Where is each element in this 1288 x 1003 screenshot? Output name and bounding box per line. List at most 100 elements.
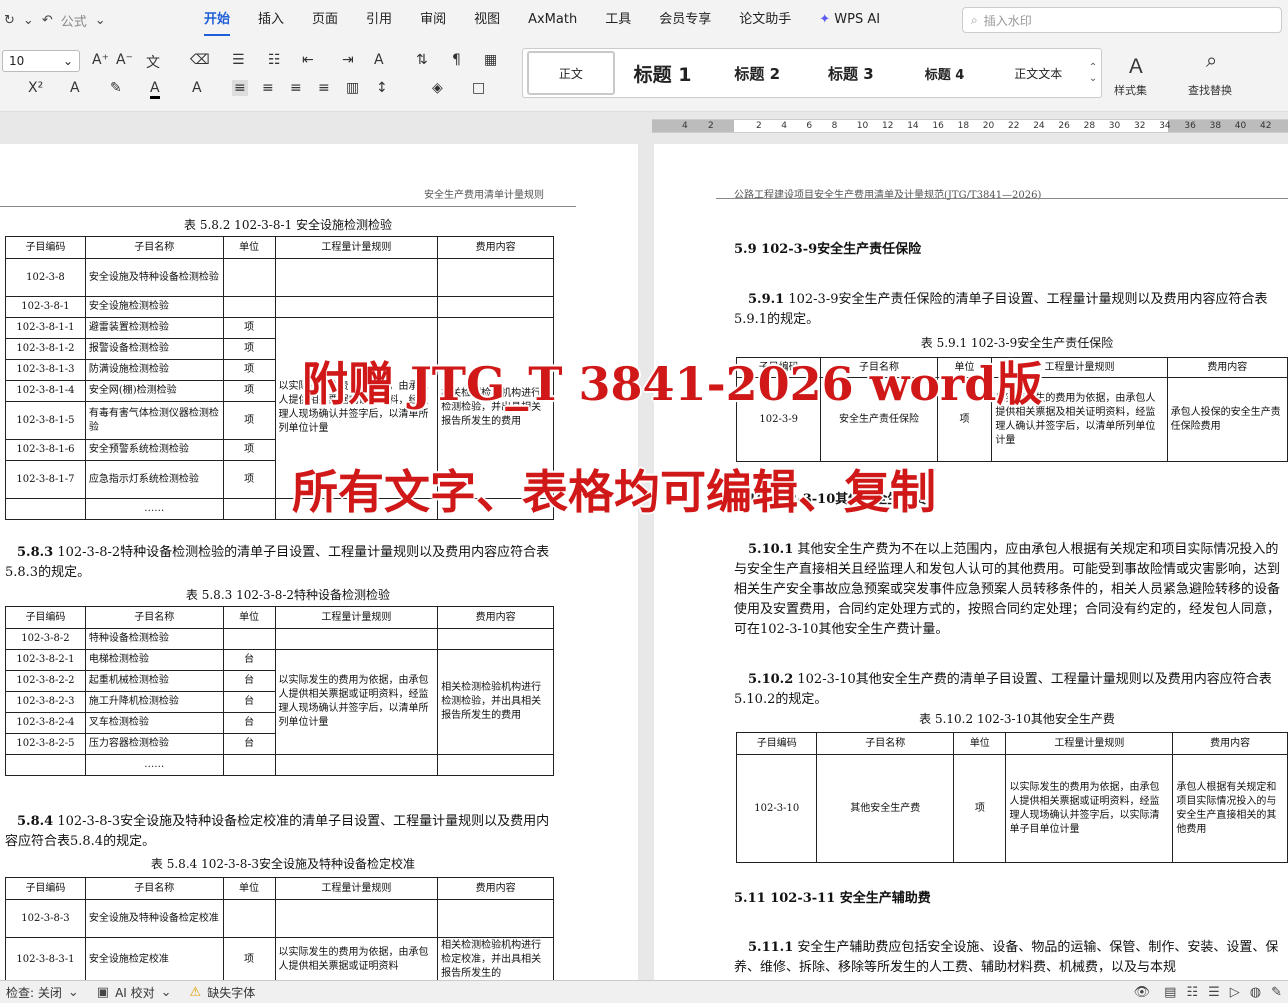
gallery-scroll[interactable]: ⌃ ⌄ xyxy=(1085,51,1101,95)
cell: 安全网(棚)检测检验 xyxy=(84,380,224,402)
cell: 102-3-8-1-3 xyxy=(5,359,86,381)
col-header: 费用内容 xyxy=(1172,732,1288,755)
cell: 避雷装置检测检验 xyxy=(84,317,224,339)
distribute-icon[interactable]: ▥ xyxy=(346,80,359,96)
search-box[interactable]: ⌕ 插入水印 xyxy=(962,7,1282,33)
shading-icon[interactable]: ◈ xyxy=(432,80,443,96)
phonetic-icon[interactable]: 文 xyxy=(146,52,160,72)
find-icon[interactable]: ⌕ xyxy=(1206,48,1217,72)
globe-icon[interactable]: ◍ xyxy=(1250,985,1261,1000)
web-view-icon[interactable]: ☷ xyxy=(1186,985,1198,1000)
missing-font-status[interactable]: 缺失字体 xyxy=(207,984,255,1001)
tab-thesis[interactable]: 论文助手 xyxy=(725,0,805,40)
ruler-number: 6 xyxy=(806,121,813,131)
find-replace-label[interactable]: 查找替换 xyxy=(1188,82,1232,98)
page-view-icon[interactable]: ▤ xyxy=(1164,985,1176,1000)
cell: 项 xyxy=(222,460,276,499)
ruler-number: 36 xyxy=(1184,121,1196,131)
table-caption: 表 5.8.2 102-3-8-1 安全设施检测检验 xyxy=(184,218,392,232)
cell: 施工升降机检测检验 xyxy=(84,691,224,713)
style-heading3[interactable]: 标题 3 xyxy=(804,51,898,95)
chevron-down-icon[interactable]: ⌄ xyxy=(95,13,106,28)
grow-font-icon[interactable]: A⁺ xyxy=(92,52,109,68)
shrink-font-icon[interactable]: A⁻ xyxy=(116,52,133,68)
para-text: 安全生产辅助费应包括安全设施、设备、物品的运输、保管、制作、安装、设置、保养、维… xyxy=(734,940,1279,975)
measure-rule-cell: 以实际发生的费用为依据，由承包人提供相关票据或证明资料，经监理人现场确认并签字后… xyxy=(1005,754,1174,863)
play-icon[interactable]: ▷ xyxy=(1230,985,1240,1000)
spell-check-status[interactable]: 检查: 关闭 xyxy=(6,984,62,1001)
grid-icon[interactable]: ▦ xyxy=(484,52,497,68)
col-header: 费用内容 xyxy=(437,877,554,900)
increase-indent-icon[interactable]: ⇥ xyxy=(342,52,354,68)
bullets-icon[interactable]: ☰ xyxy=(232,52,245,68)
chevron-down-icon[interactable]: ⌄ xyxy=(161,985,172,1000)
border-icon[interactable]: □ xyxy=(472,80,485,96)
horizontal-ruler[interactable]: 4 2 2 4 6 8 10 12 14 16 18 20 22 24 26 28 30 32 34 36 38 40 42 xyxy=(652,119,1288,133)
formula-button[interactable]: 公式 xyxy=(61,11,87,30)
ruler-number: 40 xyxy=(1234,121,1247,131)
tab-home[interactable]: 开始 xyxy=(190,0,244,40)
font-color-icon[interactable]: A xyxy=(150,80,160,99)
redo-icon[interactable]: ↻ xyxy=(4,13,15,28)
status-bar: 检查: 关闭 ⌄ ▣ AI 校对 ⌄ ⚠ 缺失字体 👁 ▤ ☷ ☰ ▷ ◍ ✎ xyxy=(0,980,1288,1003)
tab-member[interactable]: 会员专享 xyxy=(645,0,725,40)
superscript-icon[interactable]: X² xyxy=(28,80,43,96)
align-right-icon[interactable]: ≡ xyxy=(290,80,302,96)
tab-page[interactable]: 页面 xyxy=(298,0,352,40)
para-number: 5.10.2 xyxy=(748,672,794,687)
sort-icon[interactable]: ⇅ xyxy=(416,52,428,68)
page-left: 安全生产费用清单计量规则 表 5.8.2 102-3-8-1 安全设施检测检验 … xyxy=(0,144,638,983)
tab-wps-ai[interactable]: ✦ WPS AI xyxy=(805,0,894,40)
cell: 压力容器检测检验 xyxy=(84,733,224,755)
style-set-label[interactable]: 样式集 xyxy=(1114,82,1147,98)
eye-icon[interactable]: 👁 xyxy=(1134,985,1151,1000)
tab-insert[interactable]: 插入 xyxy=(244,0,298,40)
chevron-down-icon[interactable]: ⌄ xyxy=(23,13,34,28)
col-header: 费用内容 xyxy=(437,606,554,629)
tab-axmath[interactable]: AxMath xyxy=(514,0,591,40)
style-body-text[interactable]: 正文文本 xyxy=(991,51,1085,95)
tab-review[interactable]: 审阅 xyxy=(406,0,460,40)
style-heading2[interactable]: 标题 2 xyxy=(710,51,804,95)
undo-icon[interactable]: ↶ xyxy=(42,13,53,28)
col-header: 子目名称 xyxy=(84,236,224,259)
search-placeholder: 插入水印 xyxy=(983,13,1032,28)
tab-tools[interactable]: 工具 xyxy=(591,0,645,40)
style-set-icon[interactable]: Ａ xyxy=(1126,50,1146,79)
col-header: 费用内容 xyxy=(1166,357,1288,378)
cell: 102-3-8-1 xyxy=(5,296,86,318)
chinese-layout-icon[interactable]: A xyxy=(374,52,384,68)
cell: 102-3-8-3-1 xyxy=(5,937,86,983)
cell xyxy=(222,628,276,650)
col-header: 工程量计量规则 xyxy=(274,877,439,900)
style-heading4[interactable]: 标题 4 xyxy=(898,51,992,95)
chevron-down-icon: ⌄ xyxy=(62,54,73,68)
tab-view[interactable]: 视图 xyxy=(460,0,514,40)
cell: 安全设施检定校准 xyxy=(84,937,224,983)
tab-references[interactable]: 引用 xyxy=(352,0,406,40)
chevron-down-icon[interactable]: ⌄ xyxy=(68,985,79,1000)
show-marks-icon[interactable]: ¶ xyxy=(452,52,461,68)
col-header: 子目名称 xyxy=(84,606,224,629)
font-size-select[interactable]: 10 ⌄ xyxy=(2,50,80,72)
cell: 安全设施检测检验 xyxy=(84,296,224,318)
pen-icon[interactable]: ✎ xyxy=(1271,985,1282,1000)
decrease-indent-icon[interactable]: ⇤ xyxy=(302,52,314,68)
justify-icon[interactable]: ≡ xyxy=(318,80,330,96)
ruler-number: 24 xyxy=(1033,121,1045,131)
align-center-icon[interactable]: ≡ xyxy=(262,80,274,96)
line-spacing-icon[interactable]: ↕ xyxy=(376,80,388,96)
text-effect-icon[interactable]: A xyxy=(70,80,80,96)
ai-proofread[interactable]: AI 校对 xyxy=(115,984,155,1001)
paragraph-5-10-2: 5.10.2 102-3-10其他安全生产费的清单子目设置、工程量计量规则以及费… xyxy=(734,670,1286,710)
align-left-icon[interactable]: ≡ xyxy=(232,80,248,96)
char-shade-icon[interactable]: A xyxy=(192,80,202,96)
clear-format-icon[interactable]: ⌫ xyxy=(190,52,210,68)
font-size-value: 10 xyxy=(9,54,25,68)
numbering-icon[interactable]: ☷ xyxy=(268,52,281,68)
style-normal[interactable]: 正文 xyxy=(527,51,615,95)
highlight-icon[interactable]: ✎ xyxy=(110,80,122,96)
style-heading1[interactable]: 标题 1 xyxy=(615,51,711,95)
outline-view-icon[interactable]: ☰ xyxy=(1208,985,1220,1000)
promo-overlay-line1: 附赠 JTG_T 3841-2026 word版 xyxy=(302,357,1043,411)
